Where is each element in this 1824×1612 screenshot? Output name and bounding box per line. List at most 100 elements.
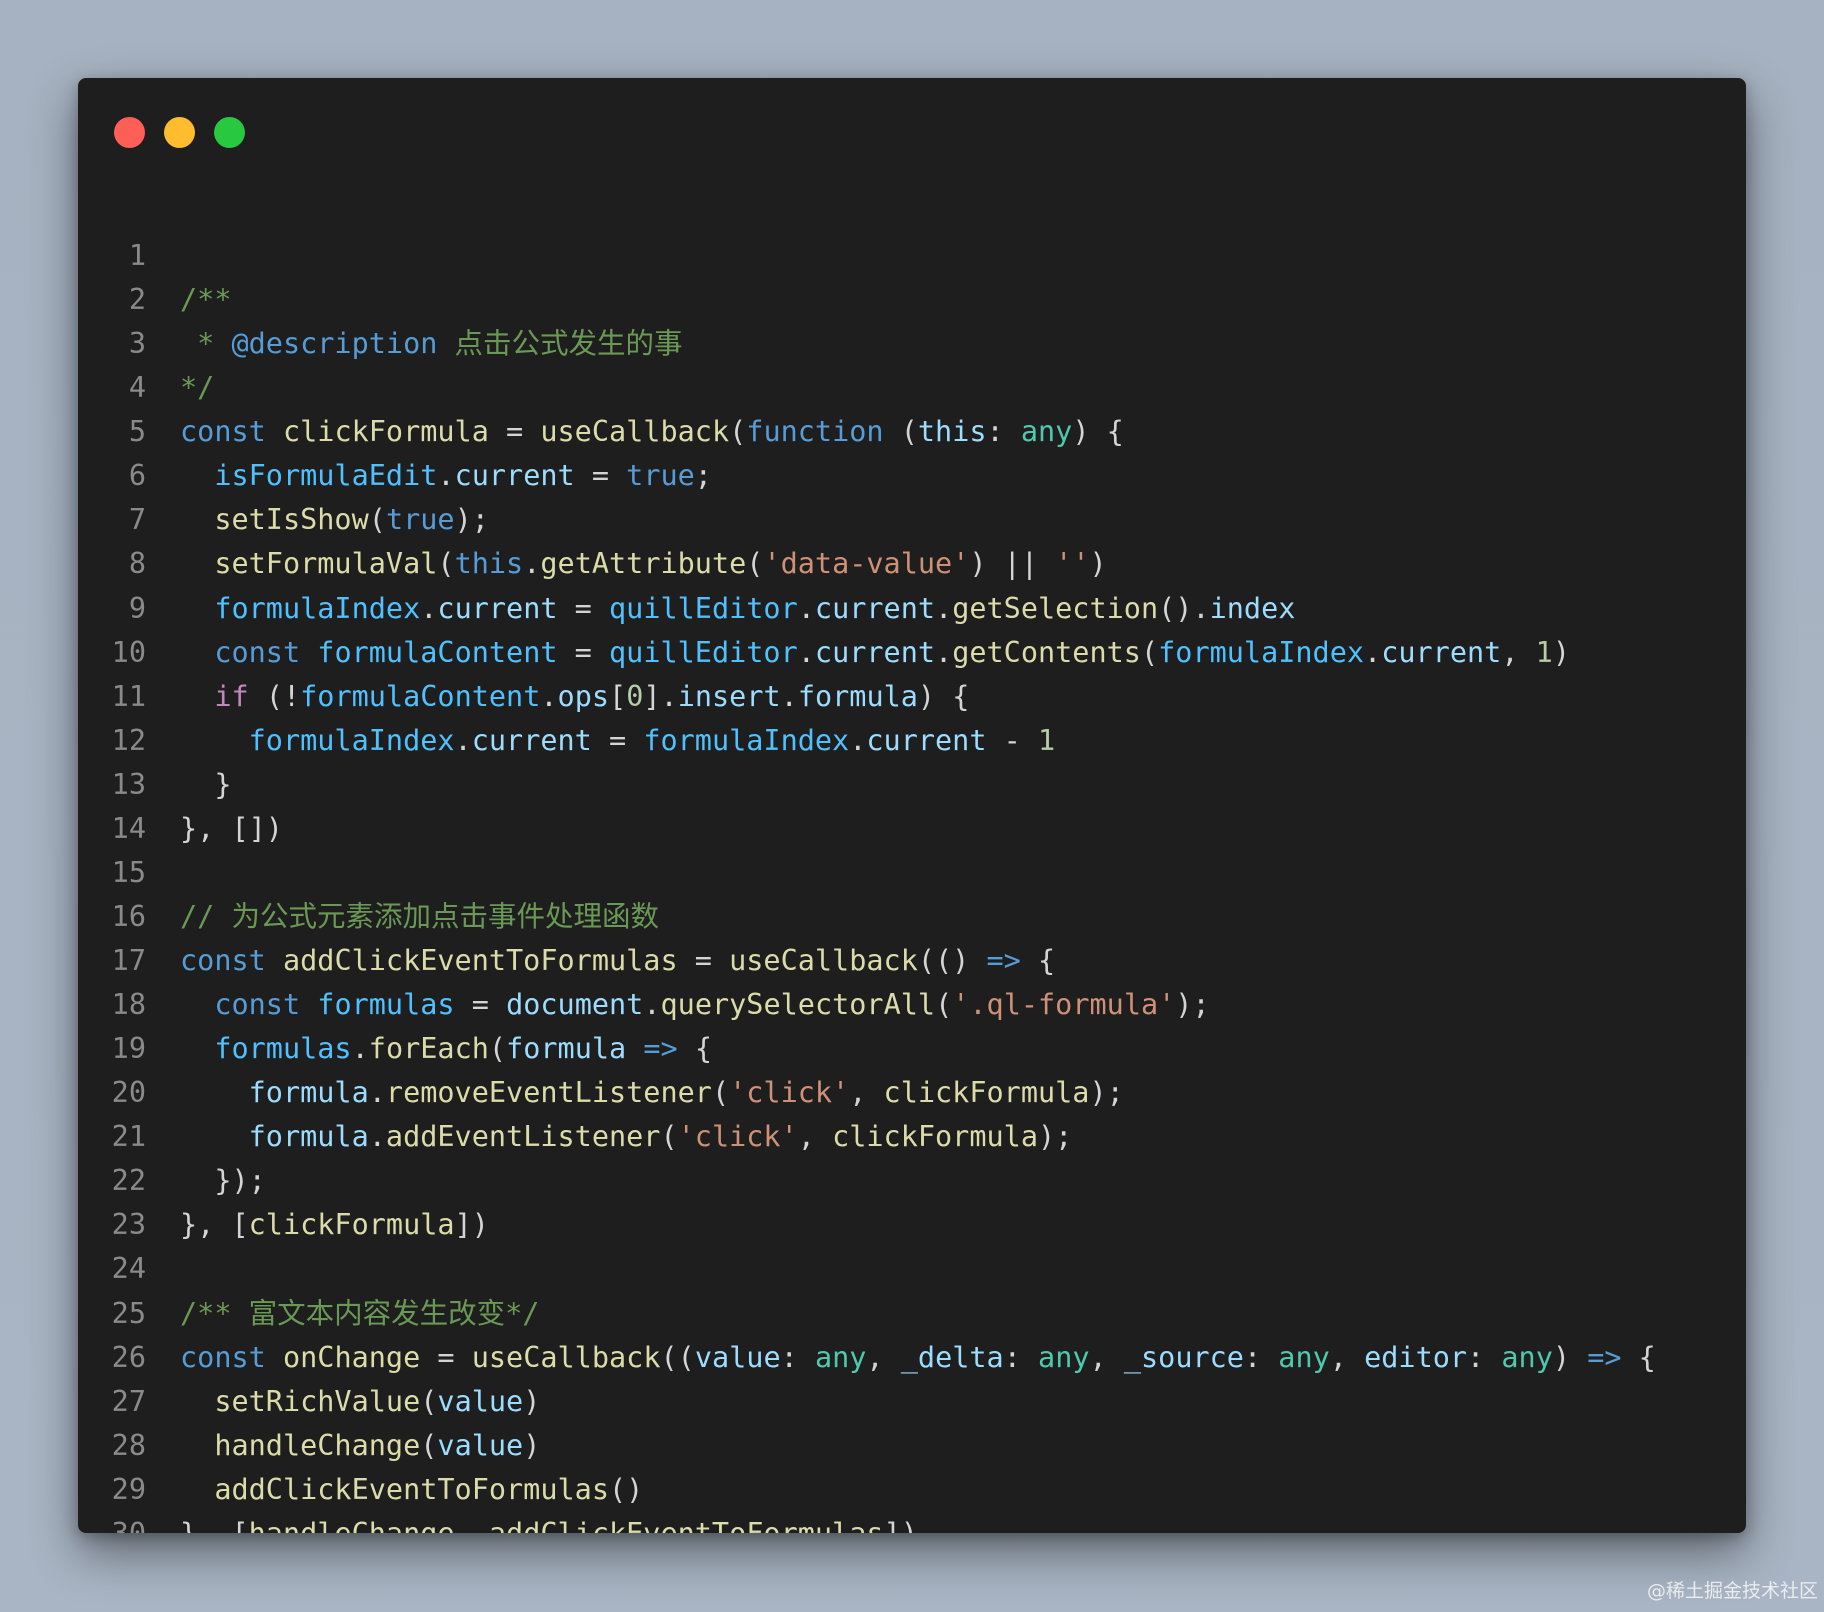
code-token: current	[437, 591, 558, 625]
code-token: const	[180, 1340, 266, 1374]
code-token: ,	[455, 1517, 489, 1533]
code-token: any	[1020, 415, 1073, 449]
code-token: quillEditor	[609, 635, 798, 669]
code-token: .	[935, 591, 953, 625]
code-token: .	[849, 723, 867, 757]
minimize-button[interactable]	[164, 117, 195, 148]
code-token: .	[797, 635, 815, 669]
code-token: (()	[917, 944, 987, 977]
code-token: )	[1552, 1340, 1588, 1374]
line-number: 30	[78, 1512, 146, 1533]
code-token: :	[1243, 1340, 1279, 1374]
code-token: =	[677, 944, 730, 977]
line-code: formulaIndex.current = quillEditor.curre…	[180, 587, 1295, 631]
code-token: =	[557, 635, 609, 669]
code-token: const	[214, 988, 301, 1022]
code-token: value	[437, 1428, 524, 1462]
line-code: });	[180, 1159, 266, 1203]
line-code: /** 富文本内容发生改变*/	[180, 1292, 539, 1336]
line-number: 8	[128, 547, 146, 581]
line-number: 3	[128, 327, 146, 361]
line-number: 22	[111, 1164, 146, 1198]
line-code: }, [])	[180, 807, 283, 851]
line-code: const clickFormula = useCallback(functio…	[180, 410, 1124, 454]
code-token: .	[420, 591, 438, 625]
code-token: querySelectorAll	[660, 988, 936, 1022]
code-token: true	[626, 459, 695, 493]
line-number: 26	[111, 1340, 146, 1374]
code-token: formula	[797, 679, 918, 713]
code-token: formulas	[317, 988, 455, 1022]
line-number: 25	[111, 1296, 146, 1330]
code-token: ;	[694, 459, 712, 493]
code-token: formulas	[214, 1032, 352, 1066]
code-token: removeEventListener	[385, 1076, 712, 1110]
code-token: (	[437, 547, 455, 581]
line-code: handleChange(value)	[180, 1424, 540, 1468]
line-code: if (!formulaContent.ops[0].insert.formul…	[180, 675, 969, 719]
line-code: setFormulaVal(this.getAttribute('data-va…	[180, 542, 1106, 586]
code-token: getContents	[952, 635, 1141, 669]
line-code: formula.addEventListener('click', clickF…	[180, 1115, 1073, 1159]
code-token: current	[866, 723, 987, 757]
code-token: quillEditor	[609, 591, 798, 625]
code-token: ])	[454, 1208, 489, 1242]
code-token: 'click'	[677, 1120, 798, 1154]
code-token: });	[180, 1164, 266, 1198]
code-token: handleChange	[214, 1428, 421, 1462]
code-token: .	[935, 635, 953, 669]
code-token: editor	[1364, 1340, 1468, 1374]
code-token: ,	[1501, 635, 1536, 669]
code-token: setIsShow	[214, 503, 369, 537]
code-token: 'click'	[729, 1076, 850, 1110]
close-button[interactable]	[114, 117, 145, 148]
code-token: addClickEventToFormulas	[489, 1517, 884, 1533]
code-token: }	[180, 767, 232, 801]
line-number: 15	[111, 855, 146, 889]
code-token: {	[1621, 1340, 1656, 1374]
line-code: }, [clickFormula])	[180, 1203, 489, 1247]
code-token: onChange	[282, 1340, 421, 1374]
code-token: _source	[1123, 1340, 1244, 1374]
code-token: forEach	[368, 1032, 489, 1066]
code-token: formula	[248, 1076, 369, 1110]
code-token: getAttribute	[540, 547, 747, 581]
code-token: index	[1209, 591, 1296, 625]
code-token: .	[540, 679, 558, 713]
maximize-button[interactable]	[214, 117, 245, 148]
line-code: formulas.forEach(formula => {	[180, 1027, 712, 1071]
code-token: current	[814, 591, 936, 625]
code-token: );	[1037, 1120, 1073, 1154]
code-token: =>	[1587, 1340, 1622, 1374]
code-token: ) ||	[969, 547, 1056, 581]
code-token: =	[591, 723, 644, 757]
code-token: (	[746, 547, 764, 581]
code-token: formulaIndex	[214, 591, 421, 625]
code-token: clickFormula	[282, 415, 489, 449]
line-number: 29	[111, 1472, 146, 1506]
code-token: *	[180, 327, 232, 361]
code-token: setFormulaVal	[214, 547, 438, 581]
code-token: this	[454, 547, 524, 581]
code-token: ,	[797, 1120, 833, 1154]
code-token: =>	[986, 944, 1021, 977]
code-token: value	[437, 1384, 524, 1418]
code-token: =	[420, 1340, 472, 1374]
code-token: ().	[1158, 591, 1210, 625]
code-token: ''	[1055, 547, 1090, 581]
code-token: const	[180, 415, 266, 449]
code-token: formulaContent	[317, 635, 558, 669]
code-token: useCallback	[729, 944, 918, 977]
code-token: =	[557, 591, 609, 625]
code-token: ) {	[917, 679, 970, 713]
code-token: useCallback	[471, 1340, 661, 1374]
code-token: (	[711, 1076, 730, 1110]
